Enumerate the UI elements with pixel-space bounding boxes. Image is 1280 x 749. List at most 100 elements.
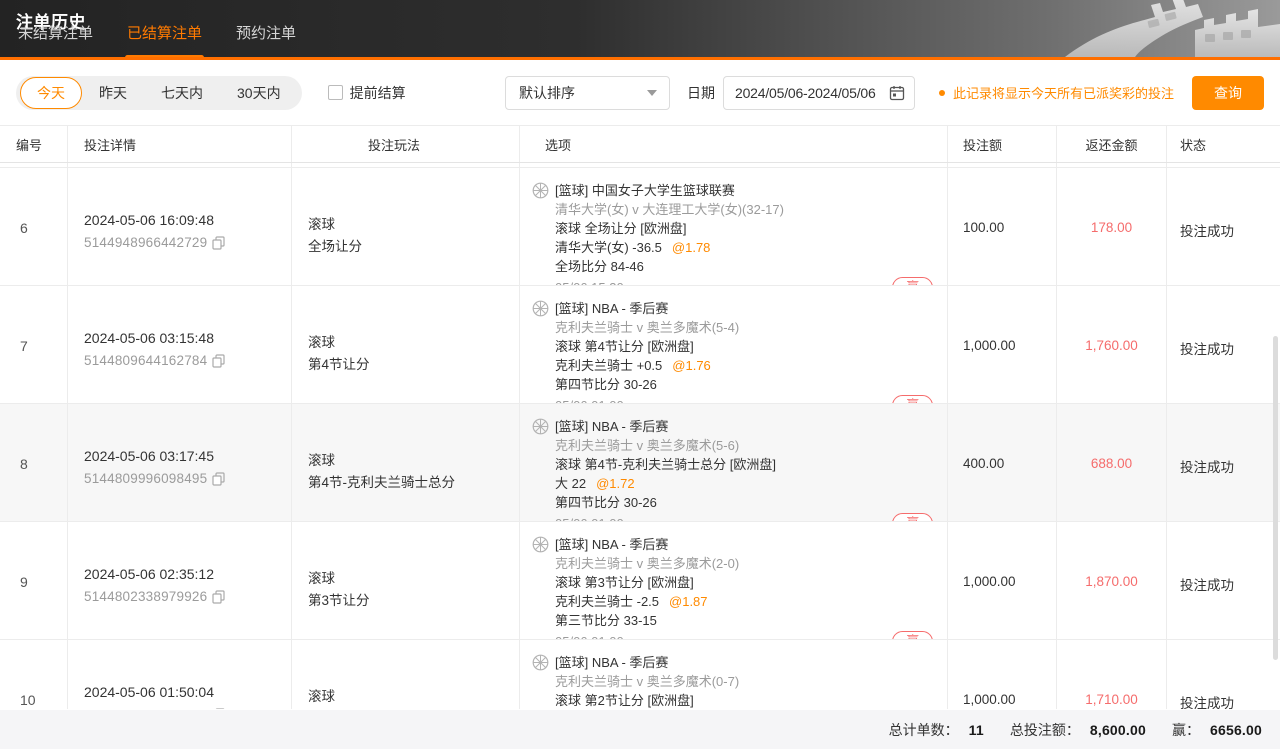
summary-count: 总计单数： 11: [889, 720, 984, 740]
result-badge: 赢: [892, 395, 933, 403]
bet-odds: @1.76: [672, 358, 711, 373]
cell-stake: 1,000.00: [948, 286, 1057, 403]
cell-stake: 1,000.00: [948, 522, 1057, 639]
cell-play: 滚球 第4节-克利夫兰骑士总分: [292, 404, 520, 521]
basketball-icon: [532, 536, 549, 553]
bet-id: 5144802338979926: [84, 589, 207, 604]
match-time: 05/06 15:30: [555, 278, 624, 285]
summary-win-value: 6656.00: [1210, 722, 1262, 738]
notice-text: 此记录将显示今天所有已派奖彩的投注: [953, 83, 1174, 102]
cell-status: 投注成功: [1167, 168, 1280, 285]
cell-option: [篮球] 中国女子大学生篮球联赛 清华大学(女) v 大连理工大学(女)(32-…: [520, 168, 948, 285]
tab-bar: 未结算注单 已结算注单 预约注单: [16, 22, 298, 51]
bet-time: 2024-05-06 16:09:48: [84, 212, 291, 228]
cell-payout: 1,760.00: [1057, 286, 1167, 403]
play-market: 第4节-克利夫兰骑士总分: [308, 472, 519, 494]
match-time: 05/06 01:00: [555, 396, 624, 403]
result-badge: 赢: [892, 513, 933, 521]
basketball-icon: [532, 654, 549, 671]
cell-play: 滚球 全场让分: [292, 168, 520, 285]
cell-status: 投注成功: [1167, 640, 1280, 709]
date-range-input[interactable]: 2024/05/06-2024/05/06: [723, 76, 915, 110]
play-type: 滚球: [308, 686, 519, 708]
cell-payout: 1,710.00: [1057, 640, 1167, 709]
checkbox-icon[interactable]: [328, 85, 343, 100]
cell-payout: 1,870.00: [1057, 522, 1167, 639]
col-header-no: 编号: [0, 126, 68, 162]
basketball-icon: [532, 300, 549, 317]
search-button[interactable]: 查询: [1192, 76, 1264, 110]
match-teams: 克利夫兰骑士 v 奥兰多魔术(5-6): [555, 436, 933, 455]
cell-detail: 2024-05-06 03:17:45 5144809996098495: [68, 404, 292, 521]
col-header-play: 投注玩法: [292, 126, 520, 162]
early-settle-checkbox[interactable]: 提前结算: [328, 83, 406, 103]
play-type: 滚球: [308, 332, 519, 354]
cell-detail: 2024-05-06 16:09:48 5144948966442729: [68, 168, 292, 285]
cell-play: 滚球 第3节让分: [292, 522, 520, 639]
cell-payout: 688.00: [1057, 404, 1167, 521]
bet-pick: 大 22: [555, 476, 586, 491]
bet-time: 2024-05-06 03:17:45: [84, 448, 291, 464]
quick-filter-7days[interactable]: 七天内: [144, 77, 220, 109]
tab-unsettled[interactable]: 未结算注单: [16, 22, 95, 51]
bet-pick: 克利夫兰骑士 +0.5: [555, 358, 662, 373]
table-body: 6 2024-05-06 16:09:48 5144948966442729 滚…: [0, 163, 1280, 710]
date-range-value: 2024/05/06-2024/05/06: [735, 85, 876, 101]
match-score: 全场比分 84-46: [555, 257, 933, 276]
col-header-payout: 返还金额: [1057, 126, 1167, 162]
table-row: 9 2024-05-06 02:35:12 5144802338979926 滚…: [0, 522, 1280, 640]
cell-status: 投注成功: [1167, 286, 1280, 403]
match-teams: 克利夫兰骑士 v 奥兰多魔术(5-4): [555, 318, 933, 337]
play-market: 全场让分: [308, 236, 519, 258]
match-score: 第四节比分 30-26: [555, 375, 933, 394]
tab-settled[interactable]: 已结算注单: [125, 22, 204, 51]
basketball-icon: [532, 418, 549, 435]
copy-icon[interactable]: [212, 708, 225, 710]
quick-filter-today[interactable]: 今天: [20, 77, 82, 109]
sort-select[interactable]: 默认排序: [505, 76, 670, 110]
bet-id: 5144948966442729: [84, 235, 207, 250]
play-market: 第4节让分: [308, 354, 519, 376]
cell-detail: 2024-05-06 01:50:04 5144784944938106: [68, 640, 292, 709]
play-type: 滚球: [308, 450, 519, 472]
league-name: [篮球] NBA - 季后赛: [555, 535, 668, 554]
table-row: 10 2024-05-06 01:50:04 5144784944938106 …: [0, 640, 1280, 709]
cell-no: 7: [0, 286, 68, 403]
bet-odds: @1.72: [596, 476, 635, 491]
copy-icon[interactable]: [212, 354, 225, 368]
league-name: [篮球] NBA - 季后赛: [555, 653, 668, 672]
play-market: 第2节让分: [308, 708, 519, 709]
quick-filter-yesterday[interactable]: 昨天: [82, 77, 144, 109]
cell-no: 8: [0, 404, 68, 521]
cell-no: 6: [0, 168, 68, 285]
bet-time: 2024-05-06 01:50:04: [84, 684, 291, 700]
cell-no: 10: [0, 640, 68, 709]
result-badge: 赢: [892, 631, 933, 639]
match-time: 05/06 01:00: [555, 514, 624, 521]
notice: 此记录将显示今天所有已派奖彩的投注: [939, 83, 1174, 102]
cell-stake: 100.00: [948, 168, 1057, 285]
result-badge: 赢: [892, 277, 933, 285]
bet-id: 5144784944938106: [84, 707, 207, 709]
copy-icon[interactable]: [212, 590, 225, 604]
copy-icon[interactable]: [212, 472, 225, 486]
copy-icon[interactable]: [212, 236, 225, 250]
calendar-icon[interactable]: [889, 85, 905, 101]
match-time: 05/06 01:00: [555, 632, 624, 639]
cell-option: [篮球] NBA - 季后赛 克利夫兰骑士 v 奥兰多魔术(5-6) 滚球 第4…: [520, 404, 948, 521]
vertical-scrollbar[interactable]: [1273, 336, 1278, 660]
sort-select-value: 默认排序: [519, 83, 575, 103]
bet-id: 5144809996098495: [84, 471, 207, 486]
page-header: 注单历史 未结算注单 已结算注单 预约注单: [0, 0, 1280, 60]
bet-market: 滚球 第4节-克利夫兰骑士总分 [欧洲盘]: [555, 455, 933, 474]
cell-detail: 2024-05-06 02:35:12 5144802338979926: [68, 522, 292, 639]
summary-count-label: 总计单数：: [889, 720, 959, 740]
tab-reserved[interactable]: 预约注单: [234, 22, 298, 51]
cell-option: [篮球] NBA - 季后赛 克利夫兰骑士 v 奥兰多魔术(5-4) 滚球 第4…: [520, 286, 948, 403]
league-name: [篮球] NBA - 季后赛: [555, 299, 668, 318]
quick-filter-30days[interactable]: 30天内: [220, 77, 298, 109]
date-label: 日期: [687, 83, 715, 103]
bet-market: 滚球 全场让分 [欧洲盘]: [555, 219, 933, 238]
bet-time: 2024-05-06 02:35:12: [84, 566, 291, 582]
summary-stake-label: 总投注额：: [1010, 720, 1080, 740]
